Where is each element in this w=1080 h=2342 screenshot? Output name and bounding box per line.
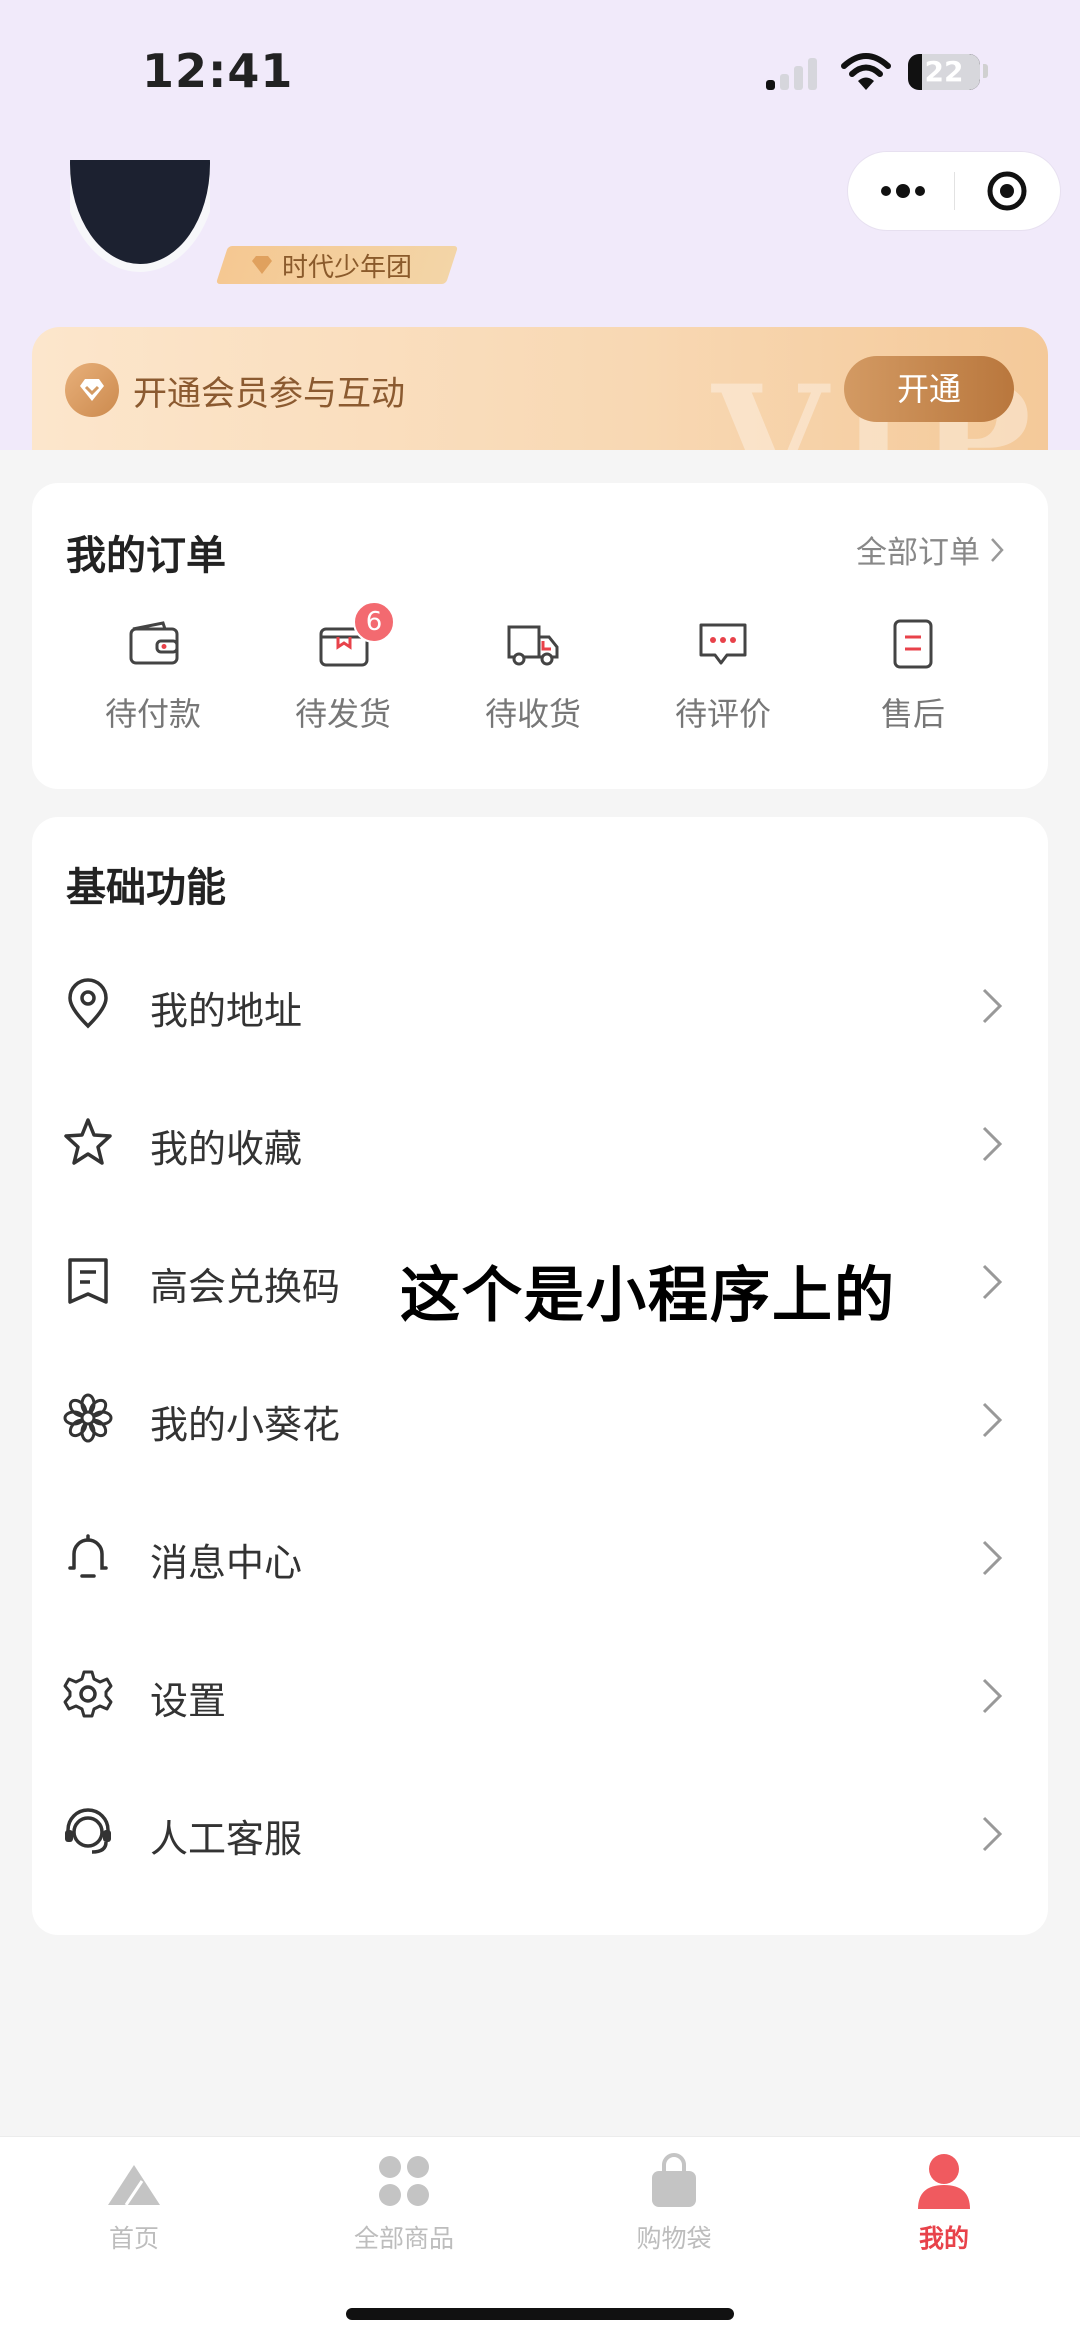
- order-pending-shipment[interactable]: 6 待发货: [248, 601, 438, 735]
- battery-tip: [983, 64, 988, 78]
- overlay-caption: 这个是小程序上的: [400, 1261, 896, 1331]
- user-icon: [918, 2154, 970, 2209]
- chevron-right-icon: [982, 1264, 1003, 1300]
- after-sale-icon: [893, 619, 933, 669]
- chevron-right-icon: [982, 1540, 1003, 1576]
- order-pending-payment[interactable]: 待付款: [58, 613, 248, 735]
- function-label: 我的地址: [150, 989, 303, 1033]
- tab-shopping-bag[interactable]: 购物袋: [574, 2151, 774, 2255]
- more-options-icon[interactable]: [878, 178, 928, 204]
- function-label: 人工客服: [150, 1817, 303, 1861]
- shopping-bag-icon: [652, 2153, 696, 2207]
- home-indicator[interactable]: [346, 2308, 734, 2320]
- sunflower-icon: [63, 1393, 113, 1443]
- order-status-label: 待评价: [674, 695, 771, 733]
- order-status-label: 待发货: [294, 695, 391, 733]
- avatar[interactable]: [70, 160, 210, 272]
- function-label: 设置: [150, 1679, 227, 1723]
- order-status-label: 待收货: [484, 695, 581, 733]
- tab-label: 全部商品: [353, 2224, 454, 2253]
- star-icon: [64, 1118, 112, 1165]
- coupon-code-icon: [68, 1258, 108, 1304]
- order-after-sale[interactable]: 售后: [818, 613, 1008, 735]
- chevron-right-icon: [991, 537, 1004, 562]
- my-sunflower-row[interactable]: 我的小葵花: [32, 1348, 1048, 1486]
- chevron-right-icon: [982, 1126, 1003, 1162]
- comment-icon: [699, 623, 747, 665]
- headset-icon: [65, 1808, 111, 1854]
- tab-label: 购物袋: [636, 2224, 712, 2253]
- mini-program-capsule: [848, 152, 1060, 230]
- order-pending-receipt[interactable]: 待收货: [438, 613, 628, 735]
- chevron-right-icon: [982, 1678, 1003, 1714]
- cellular-signal-icon: [766, 56, 824, 90]
- my-address-row[interactable]: 我的地址: [32, 934, 1048, 1072]
- settings-row[interactable]: 设置: [32, 1624, 1048, 1762]
- customer-service-row[interactable]: 人工客服: [32, 1762, 1048, 1900]
- function-label: 我的小葵花: [150, 1403, 341, 1447]
- function-label: 消息中心: [150, 1541, 303, 1585]
- grid-icon: [379, 2156, 429, 2206]
- open-vip-button[interactable]: 开通: [844, 356, 1014, 422]
- vip-diamond-icon: [65, 363, 119, 417]
- vip-banner-text: 开通会员参与互动: [133, 374, 405, 414]
- order-status-label: 售后: [880, 695, 945, 733]
- vip-banner[interactable]: VIP 开通会员参与互动 开通: [32, 327, 1048, 450]
- member-level-tag: 时代少年团: [250, 241, 412, 289]
- chevron-right-icon: [982, 1402, 1003, 1438]
- all-orders-label: 全部订单: [856, 535, 980, 571]
- diamond-icon: [252, 256, 272, 274]
- home-mountain-icon: [108, 2165, 160, 2206]
- tab-all-products[interactable]: 全部商品: [304, 2151, 504, 2255]
- tab-mine[interactable]: 我的: [844, 2151, 1044, 2255]
- order-status-label: 待付款: [104, 695, 201, 733]
- message-center-row[interactable]: 消息中心: [32, 1486, 1048, 1624]
- function-label: 我的收藏: [150, 1127, 303, 1171]
- wallet-icon: [129, 621, 179, 665]
- order-pending-review[interactable]: 待评价: [628, 613, 818, 735]
- chevron-right-icon: [982, 988, 1003, 1024]
- tab-label: 首页: [108, 2224, 159, 2253]
- member-level-text: 时代少年团: [282, 252, 413, 283]
- tab-home[interactable]: 首页: [34, 2151, 234, 2255]
- functions-title: 基础功能: [66, 865, 226, 911]
- function-label: 高会兑换码: [150, 1265, 341, 1309]
- orders-card: 我的订单 全部订单 待付款 6 待发货 待收货 待评价 售后: [32, 483, 1048, 789]
- bell-icon: [68, 1534, 108, 1578]
- orders-title: 我的订单: [66, 533, 226, 579]
- shipment-badge: 6: [353, 601, 395, 643]
- status-time: 12:41: [142, 44, 294, 98]
- all-orders-link[interactable]: 全部订单: [856, 527, 1004, 572]
- chevron-right-icon: [982, 1816, 1003, 1852]
- location-pin-icon: [68, 978, 108, 1029]
- capsule-divider: [954, 172, 955, 210]
- battery-level: 22: [924, 55, 964, 88]
- wifi-icon: [841, 53, 891, 90]
- battery-icon: 22: [908, 54, 980, 90]
- basic-functions-card: 基础功能 我的地址 我的收藏 高会兑换码 我的小葵花 消息中心 设置 人工客服: [32, 817, 1048, 1935]
- my-favorites-row[interactable]: 我的收藏: [32, 1072, 1048, 1210]
- truck-icon: [507, 625, 559, 666]
- close-mini-program-icon[interactable]: [986, 170, 1028, 212]
- tab-label: 我的: [918, 2224, 969, 2253]
- gear-icon: [63, 1670, 113, 1718]
